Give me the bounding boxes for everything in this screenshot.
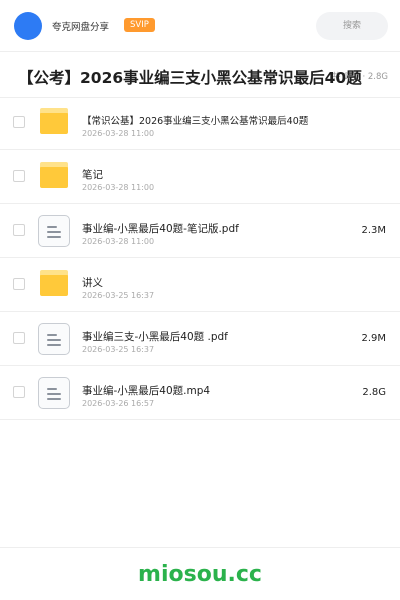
document-icon — [38, 215, 70, 247]
item-checkbox[interactable] — [13, 332, 25, 344]
brand-name: 夸克网盘分享 — [52, 22, 110, 33]
search-button[interactable]: 搜索 — [316, 12, 388, 40]
item-date: 2026-03-26 16:57 — [82, 399, 155, 408]
folder-icon — [40, 162, 68, 188]
list-item[interactable]: 事业编三支-小黑最后40题 .pdf 2026-03-25 16:37 2.9M — [0, 312, 400, 366]
item-date: 2026-03-25 16:37 — [82, 291, 155, 300]
item-name: 事业编-小黑最后40题-笔记版.pdf — [82, 223, 239, 235]
svip-badge: SVIP — [124, 18, 155, 32]
document-icon — [38, 323, 70, 355]
item-checkbox[interactable] — [13, 278, 25, 290]
item-size: 2.8G — [362, 387, 386, 398]
item-checkbox[interactable] — [13, 170, 25, 182]
item-date: 2026-03-28 11:00 — [82, 129, 155, 138]
document-icon — [38, 377, 70, 409]
avatar[interactable] — [14, 12, 42, 40]
page-title: 【公考】2026事业编三支小黑公基常识最后40题 — [18, 69, 362, 87]
footer-divider — [0, 547, 400, 548]
item-size: 2.3M — [361, 225, 386, 236]
folder-icon — [40, 270, 68, 296]
item-date: 2026-03-28 11:00 — [82, 183, 155, 192]
item-date: 2026-03-28 11:00 — [82, 237, 155, 246]
list-item[interactable]: 事业编-小黑最后40题.mp4 2026-03-26 16:57 2.8G — [0, 366, 400, 420]
item-name: 事业编三支-小黑最后40题 .pdf — [82, 331, 228, 343]
item-date: 2026-03-25 16:37 — [82, 345, 155, 354]
item-name: 【常识公基】2026事业编三支小黑公基常识最后40题 — [82, 116, 309, 127]
list-item[interactable]: 【常识公基】2026事业编三支小黑公基常识最后40题 2026-03-28 11… — [0, 96, 400, 150]
item-name: 事业编-小黑最后40题.mp4 — [82, 385, 211, 397]
item-name: 讲义 — [82, 277, 103, 289]
list-item[interactable]: 事业编-小黑最后40题-笔记版.pdf 2026-03-28 11:00 2.3… — [0, 204, 400, 258]
share-title-bar: 共 6 项 · 2.8G 【公考】2026事业编三支小黑公基常识最后40题 — [0, 52, 400, 98]
item-checkbox[interactable] — [13, 386, 25, 398]
item-checkbox[interactable] — [13, 116, 25, 128]
item-name: 笔记 — [82, 169, 103, 181]
list-item[interactable]: 笔记 2026-03-28 11:00 — [0, 150, 400, 204]
item-size: 2.9M — [361, 333, 386, 344]
app-header: 夸克网盘分享 SVIP 搜索 — [0, 0, 400, 52]
watermark: miosou.cc — [138, 562, 262, 587]
item-checkbox[interactable] — [13, 224, 25, 236]
folder-icon — [40, 108, 68, 134]
list-item[interactable]: 讲义 2026-03-25 16:37 — [0, 258, 400, 312]
file-list: 【常识公基】2026事业编三支小黑公基常识最后40题 2026-03-28 11… — [0, 96, 400, 420]
